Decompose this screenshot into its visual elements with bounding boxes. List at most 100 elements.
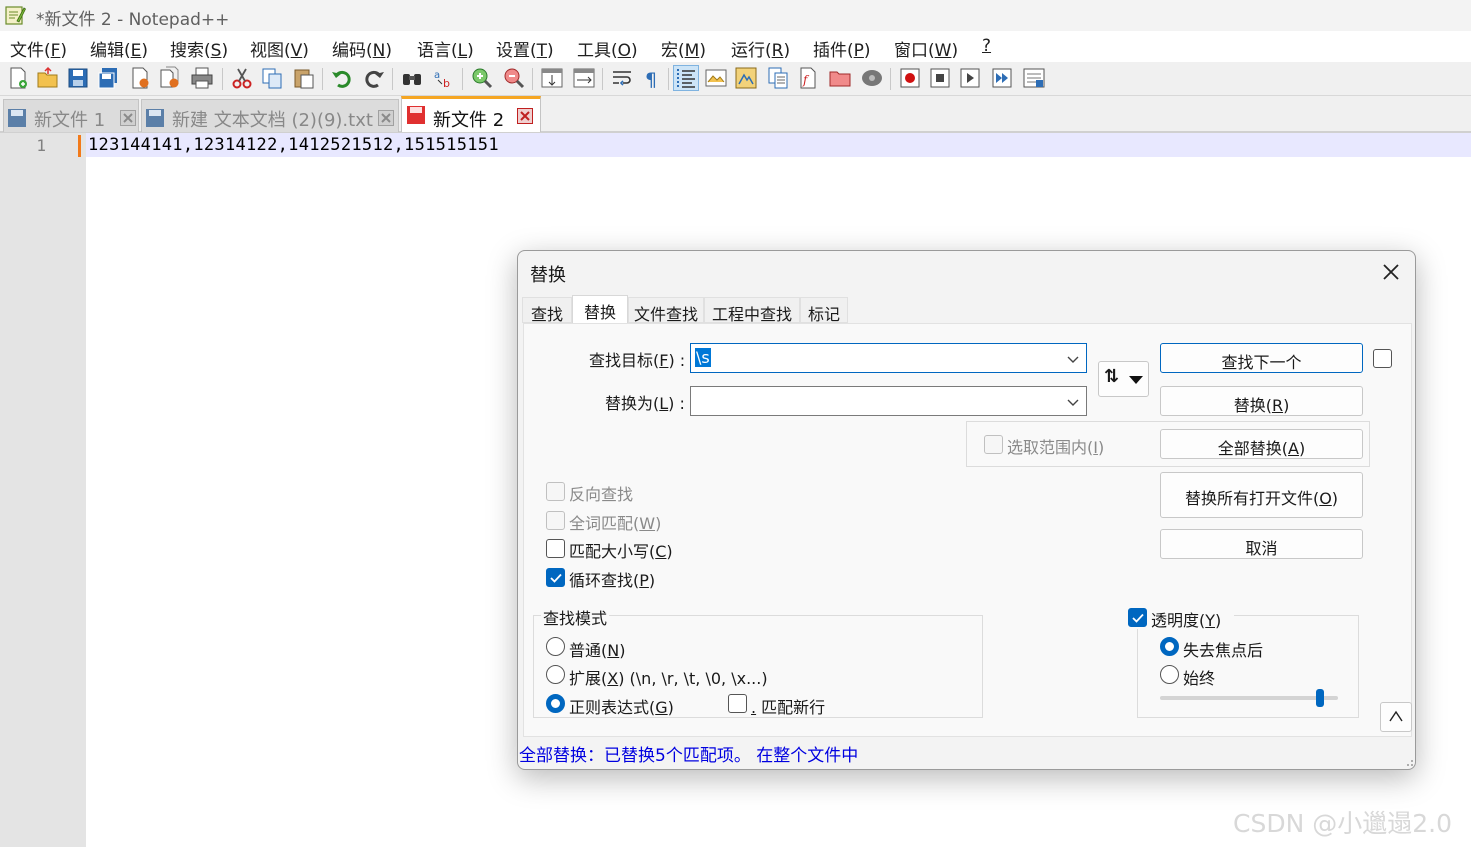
redo-icon[interactable] bbox=[362, 66, 386, 90]
menu-macro[interactable]: 宏(M) bbox=[661, 36, 706, 61]
transparency-slider-thumb[interactable] bbox=[1316, 689, 1325, 707]
replace-button[interactable]: 替换(R) bbox=[1160, 386, 1363, 416]
swap-direction-button[interactable]: ⇅ bbox=[1098, 361, 1149, 397]
regex-mode-radio[interactable] bbox=[546, 694, 565, 713]
always-radio[interactable] bbox=[1160, 665, 1179, 684]
tab-find-in-files[interactable]: 文件查找 bbox=[628, 297, 704, 324]
show-all-chars-icon[interactable]: ¶ bbox=[640, 66, 664, 90]
tab-find-in-projects[interactable]: 工程中查找 bbox=[704, 297, 800, 324]
window-title: *新文件 2 - Notepad++ bbox=[36, 10, 230, 30]
backward-direction-checkbox[interactable] bbox=[546, 482, 565, 501]
find-next-option-checkbox[interactable] bbox=[1373, 349, 1392, 368]
title-bar: *新文件 2 - Notepad++ bbox=[0, 0, 1471, 31]
replace-with-combobox[interactable] bbox=[690, 386, 1087, 416]
menu-edit[interactable]: 编辑(E) bbox=[90, 36, 148, 61]
chevron-down-icon[interactable] bbox=[1066, 395, 1080, 409]
run-macro-multiple-icon[interactable] bbox=[990, 66, 1014, 90]
replace-icon[interactable]: ab bbox=[432, 66, 456, 90]
find-what-combobox[interactable]: \s bbox=[690, 343, 1087, 373]
menu-run[interactable]: 运行(R) bbox=[731, 36, 790, 61]
open-file-icon[interactable] bbox=[36, 66, 60, 90]
close-tab-icon[interactable] bbox=[517, 108, 533, 124]
udl-icon[interactable] bbox=[704, 66, 728, 90]
replace-with-label: 替换为(L) : bbox=[605, 394, 685, 413]
chevron-down-icon[interactable] bbox=[1066, 352, 1080, 366]
sync-vertical-icon[interactable] bbox=[540, 66, 564, 90]
wrap-around-checkbox[interactable] bbox=[546, 568, 565, 587]
paste-icon[interactable] bbox=[292, 66, 316, 90]
tab-file-1[interactable]: 新文件 1 bbox=[3, 99, 139, 132]
save-icon[interactable] bbox=[66, 66, 90, 90]
undo-icon[interactable] bbox=[330, 66, 354, 90]
indent-guide-icon[interactable] bbox=[673, 65, 699, 91]
menu-file[interactable]: 文件(F) bbox=[10, 36, 67, 61]
cancel-button[interactable]: 取消 bbox=[1160, 529, 1363, 559]
transparency-slider-track[interactable] bbox=[1160, 696, 1338, 700]
in-selection-label: 选取范围内(I) bbox=[1007, 438, 1105, 457]
copy-icon[interactable] bbox=[260, 66, 284, 90]
menu-settings[interactable]: 设置(T) bbox=[496, 36, 554, 61]
document-tab-bar: 新文件 1 新建 文本文档 (2)(9).txt 新文件 2 bbox=[0, 96, 1471, 133]
toolbar: ab ¶ f bbox=[0, 62, 1471, 96]
menu-encoding[interactable]: 编码(N) bbox=[332, 36, 392, 61]
new-file-icon[interactable] bbox=[6, 66, 30, 90]
on-losing-focus-radio[interactable] bbox=[1160, 637, 1179, 656]
folder-workspace-icon[interactable] bbox=[828, 66, 852, 90]
tab-text-document[interactable]: 新建 文本文档 (2)(9).txt bbox=[141, 99, 399, 132]
caret-down-icon bbox=[1129, 376, 1143, 384]
transparency-checkbox[interactable] bbox=[1128, 608, 1147, 627]
word-wrap-icon[interactable] bbox=[610, 66, 634, 90]
tab-mark[interactable]: 标记 bbox=[800, 297, 848, 324]
in-selection-checkbox[interactable] bbox=[984, 435, 1003, 454]
collapse-button[interactable] bbox=[1380, 702, 1412, 732]
tab-find[interactable]: 查找 bbox=[522, 297, 572, 324]
find-what-value: \s bbox=[695, 348, 711, 367]
watermark: CSDN @小邋遢2.0 bbox=[1233, 809, 1452, 838]
print-icon[interactable] bbox=[190, 66, 214, 90]
close-tab-icon[interactable] bbox=[378, 110, 394, 126]
close-icon[interactable] bbox=[1378, 259, 1404, 285]
doc-map-icon[interactable] bbox=[734, 66, 758, 90]
zoom-out-icon[interactable] bbox=[502, 66, 526, 90]
menu-search[interactable]: 搜索(S) bbox=[170, 36, 228, 61]
dot-matches-newline-checkbox[interactable] bbox=[728, 694, 747, 713]
transparency-label: 透明度(Y) bbox=[1151, 611, 1222, 630]
save-state-icon bbox=[8, 109, 26, 127]
extended-mode-radio[interactable] bbox=[546, 665, 565, 684]
record-macro-icon[interactable] bbox=[898, 66, 922, 90]
menu-tools[interactable]: 工具(O) bbox=[577, 36, 638, 61]
menu-help[interactable]: ? bbox=[982, 36, 991, 56]
save-all-icon[interactable] bbox=[96, 66, 120, 90]
find-next-button[interactable]: 查找下一个 bbox=[1160, 343, 1363, 373]
replace-all-button[interactable]: 全部替换(A) bbox=[1160, 429, 1363, 459]
zoom-in-icon[interactable] bbox=[470, 66, 494, 90]
close-tab-icon[interactable] bbox=[120, 110, 136, 126]
doc-list-icon[interactable] bbox=[766, 66, 790, 90]
replace-all-open-docs-button[interactable]: 替换所有打开文件(O) bbox=[1160, 472, 1363, 518]
menu-language[interactable]: 语言(L) bbox=[417, 36, 474, 61]
menu-view[interactable]: 视图(V) bbox=[250, 36, 309, 61]
normal-mode-radio[interactable] bbox=[546, 637, 565, 656]
cut-icon[interactable] bbox=[230, 66, 254, 90]
function-list-icon[interactable]: f bbox=[796, 66, 820, 90]
status-message: 全部替换：已替换5个匹配项。 在整个文件中 bbox=[519, 746, 859, 766]
toolbar-separator bbox=[532, 68, 533, 90]
editor-line-text[interactable]: 123144141,12314122,1412521512,151515151 bbox=[88, 135, 499, 155]
menu-bar: 文件(F) 编辑(E) 搜索(S) 视图(V) 编码(N) 语言(L) 设置(T… bbox=[0, 31, 1471, 62]
match-case-checkbox[interactable] bbox=[546, 539, 565, 558]
whole-word-checkbox[interactable] bbox=[546, 511, 565, 530]
find-icon[interactable] bbox=[400, 66, 424, 90]
menu-plugins[interactable]: 插件(P) bbox=[813, 36, 871, 61]
tab-replace[interactable]: 替换 bbox=[572, 295, 628, 323]
play-macro-icon[interactable] bbox=[958, 66, 982, 90]
save-macro-icon[interactable] bbox=[1022, 66, 1046, 90]
close-icon[interactable] bbox=[128, 66, 152, 90]
close-all-icon[interactable] bbox=[158, 66, 182, 90]
menu-window[interactable]: 窗口(W) bbox=[894, 36, 958, 61]
tab-file-2[interactable]: 新文件 2 bbox=[401, 96, 541, 132]
monitor-icon[interactable] bbox=[860, 66, 884, 90]
sync-horizontal-icon[interactable] bbox=[572, 66, 596, 90]
resize-grip-icon[interactable] bbox=[1404, 757, 1414, 767]
find-what-label: 查找目标(F) : bbox=[589, 351, 686, 370]
stop-macro-icon[interactable] bbox=[928, 66, 952, 90]
